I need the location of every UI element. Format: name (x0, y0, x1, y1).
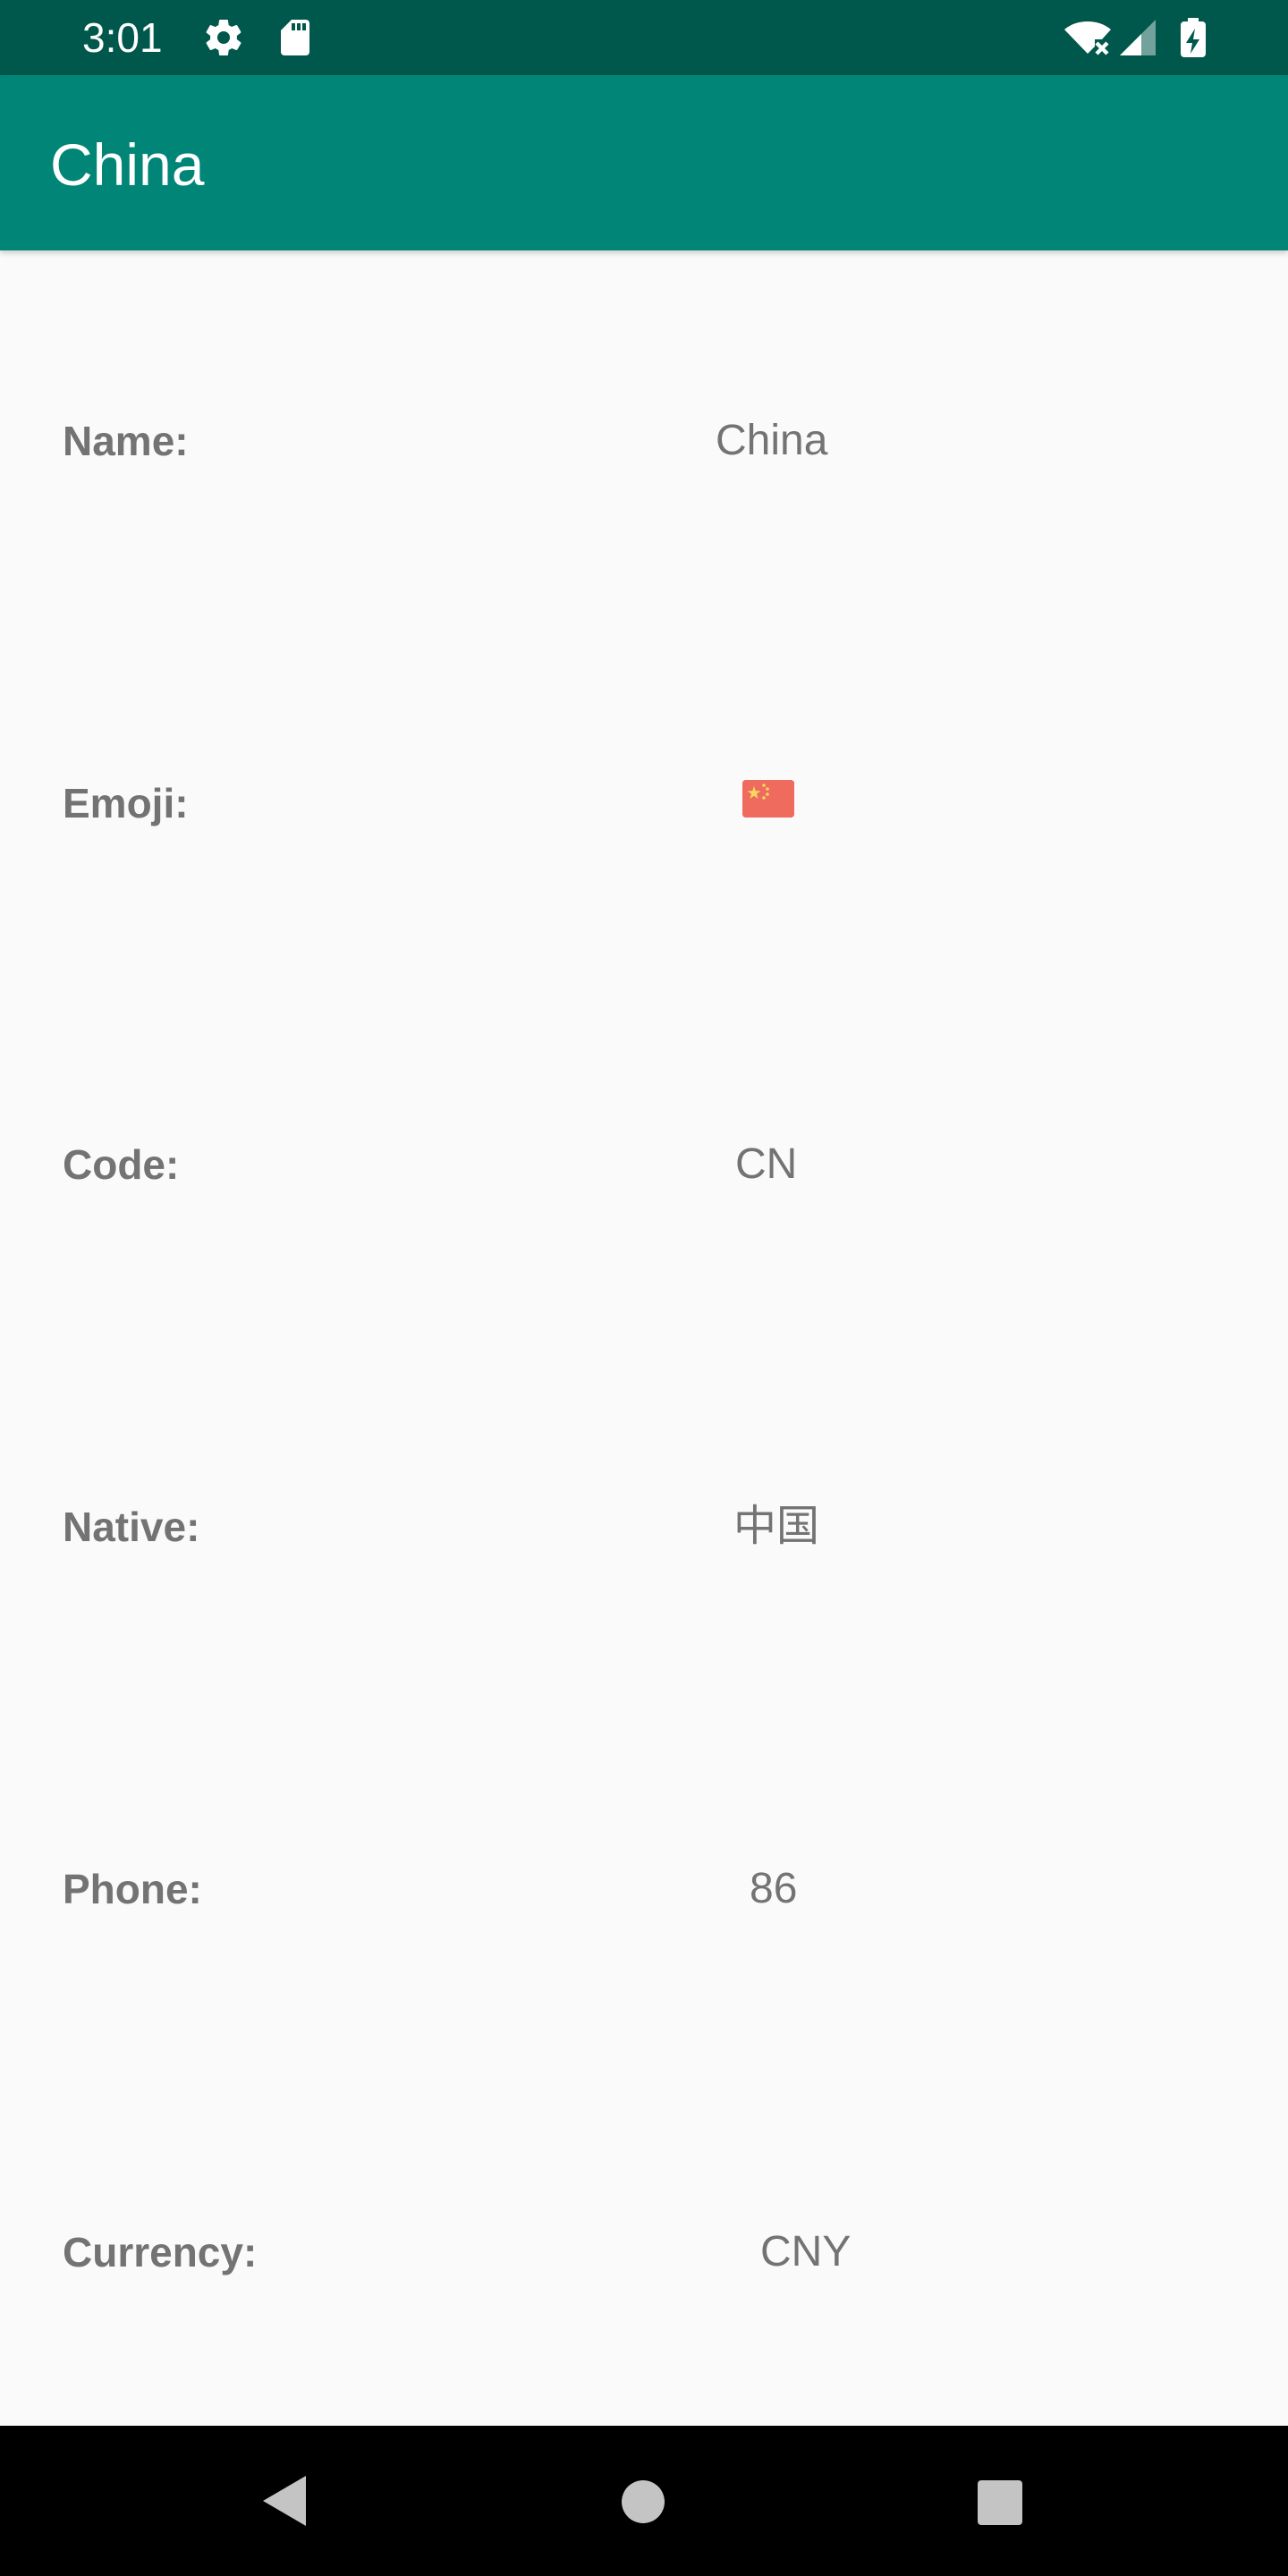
name-row: Name: China (0, 387, 1288, 495)
app-bar: China (0, 75, 1288, 250)
back-icon[interactable] (259, 2472, 309, 2534)
gear-icon (202, 16, 245, 59)
native-value: 中国 (733, 1503, 820, 1550)
wifi-off-icon (1063, 16, 1111, 59)
currency-label: Currency: (63, 2229, 258, 2275)
currency-row: Currency: CNY (0, 2199, 1288, 2306)
emoji-row: Emoji: (0, 750, 1288, 857)
page-title: China (50, 131, 205, 198)
phone-label: Phone: (63, 1866, 202, 1912)
native-label: Native: (63, 1504, 200, 1550)
china-flag-emoji (742, 780, 794, 818)
code-row: Code: CN (0, 1111, 1288, 1218)
native-row: Native: 中国 (0, 1473, 1288, 1580)
phone-value: 86 (750, 1865, 798, 1912)
home-icon[interactable] (621, 2479, 665, 2529)
name-value: China (716, 417, 828, 464)
country-details: Name: China Emoji: Code: CN Native: 中国 P… (0, 250, 1288, 2426)
emoji-label: Emoji: (63, 780, 189, 826)
navigation-bar (0, 2426, 1288, 2576)
status-time: 3:01 (82, 14, 163, 61)
code-label: Code: (63, 1141, 180, 1188)
status-bar: 3:01 (0, 0, 1288, 75)
recents-icon[interactable] (977, 2479, 1023, 2530)
currency-value: CNY (760, 2228, 852, 2275)
phone-row: Phone: 86 (0, 1835, 1288, 1943)
name-label: Name: (63, 418, 189, 464)
cell-signal-icon (1116, 16, 1159, 59)
battery-charging-icon (1175, 16, 1218, 59)
code-value: CN (735, 1140, 798, 1188)
sd-card-icon (274, 16, 317, 59)
